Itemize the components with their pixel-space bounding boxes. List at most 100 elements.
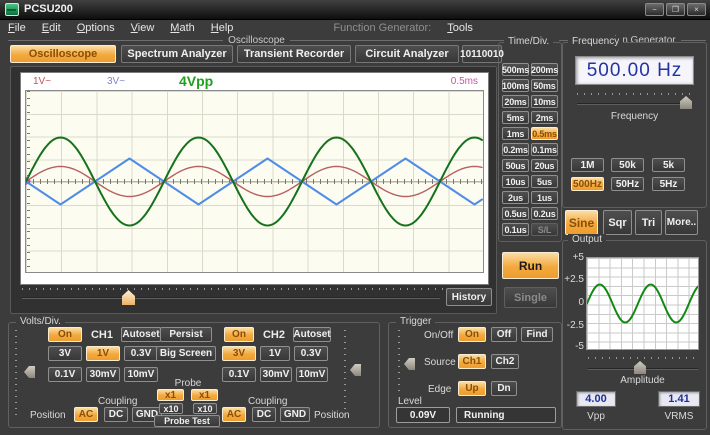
menu-tools[interactable]: Tools <box>439 22 481 34</box>
trigger-on-button[interactable]: On <box>458 327 486 342</box>
tab-logic-analyzer[interactable]: 10110010 <box>462 45 502 63</box>
ch1-3v-button[interactable]: 3V <box>48 346 82 361</box>
menu-edit[interactable]: Edit <box>34 22 69 34</box>
ch2-10mv-button[interactable]: 10mV <box>296 367 328 382</box>
range-50k-button[interactable]: 50k <box>611 158 644 172</box>
ch1-probe-x10-button[interactable]: x10 <box>159 403 183 414</box>
range-500hz-button[interactable]: 500Hz <box>571 177 604 191</box>
timediv-5us[interactable]: 5us <box>531 175 558 188</box>
timediv-50us[interactable]: 50us <box>502 159 529 172</box>
ch1-0.1v-button[interactable]: 0.1V <box>48 367 82 382</box>
ch2-30mv-button[interactable]: 30mV <box>260 367 292 382</box>
timediv-0p5us[interactable]: 0.5us <box>502 207 529 220</box>
timediv-20us[interactable]: 20us <box>531 159 558 172</box>
timediv-10ms[interactable]: 10ms <box>531 95 558 108</box>
timediv-2ms[interactable]: 2ms <box>531 111 558 124</box>
frequency-slider[interactable] <box>577 103 692 105</box>
generator-trace <box>26 138 482 226</box>
run-button[interactable]: Run <box>502 252 559 279</box>
menu-view[interactable]: View <box>123 22 163 34</box>
waveform-sine-button[interactable]: Sine <box>565 210 598 235</box>
trigger-edge-dn[interactable]: Dn <box>491 381 517 396</box>
timediv-200ms[interactable]: 200ms <box>531 63 558 76</box>
vrms-value: 1.41 <box>658 391 700 407</box>
range-1m-button[interactable]: 1M <box>571 158 604 172</box>
ytick-p25: +2.5 <box>562 274 584 285</box>
trigger-edge-up[interactable]: Up <box>458 381 486 396</box>
timediv-0p5ms[interactable]: 0.5ms <box>531 127 558 140</box>
range-5hz-button[interactable]: 5Hz <box>652 177 685 191</box>
tab-transient-recorder[interactable]: Transient Recorder <box>237 45 351 63</box>
tab-circuit-analyzer[interactable]: Circuit Analyzer <box>355 45 459 63</box>
timediv-0p1us[interactable]: 0.1us <box>502 223 529 236</box>
timediv-0p2ms[interactable]: 0.2ms <box>502 143 529 156</box>
timediv-10us[interactable]: 10us <box>502 175 529 188</box>
ch1-on-button[interactable]: On <box>48 327 82 342</box>
frequency-slider-ticks <box>577 93 692 95</box>
menu-help[interactable]: Help <box>203 22 242 34</box>
ch1-coupling-dc[interactable]: DC <box>104 407 128 422</box>
menu-file[interactable]: File <box>0 22 34 34</box>
timediv-0p2us[interactable]: 0.2us <box>531 207 558 220</box>
range-50hz-button[interactable]: 50Hz <box>611 177 644 191</box>
waveform-triangle-button[interactable]: Tri <box>635 210 662 235</box>
tab-oscilloscope[interactable]: Oscilloscope <box>10 45 116 63</box>
ch1-sensitivity-label: 1V~ <box>33 76 51 87</box>
ch2-sensitivity-label: 3V~ <box>107 76 125 87</box>
trigger-source-ch1[interactable]: Ch1 <box>458 354 486 369</box>
ch1-coupling-label: Coupling <box>98 396 137 407</box>
restore-icon[interactable]: ❐ <box>666 3 685 16</box>
timediv-label: Time/Div. <box>504 36 553 47</box>
scope-traces <box>26 91 483 272</box>
timediv-500ms[interactable]: 500ms <box>502 63 529 76</box>
ch2-1v-button[interactable]: 1V <box>260 346 290 361</box>
ch1-coupling-ac[interactable]: AC <box>74 407 98 422</box>
menu-math[interactable]: Math <box>162 22 202 34</box>
single-button[interactable]: Single <box>504 287 557 308</box>
timediv-1us[interactable]: 1us <box>531 191 558 204</box>
trigger-level-label: Level <box>398 396 422 407</box>
timediv-50ms[interactable]: 50ms <box>531 79 558 92</box>
output-preview-trace <box>587 285 698 323</box>
trigger-source-ch2[interactable]: Ch2 <box>491 354 519 369</box>
ch1-30mv-button[interactable]: 30mV <box>86 367 120 382</box>
ch1-10mv-button[interactable]: 10mV <box>124 367 158 382</box>
ch2-autoset-button[interactable]: Autoset <box>293 327 331 342</box>
trigger-off-button[interactable]: Off <box>491 327 517 342</box>
minimize-icon[interactable]: − <box>645 3 664 16</box>
trigger-find-button[interactable]: Find <box>521 327 553 342</box>
waveform-more-button[interactable]: More.. <box>665 210 698 235</box>
ch1-0.3v-button[interactable]: 0.3V <box>124 346 158 361</box>
timediv-2us[interactable]: 2us <box>502 191 529 204</box>
scope-scrollbar[interactable] <box>22 297 440 299</box>
ch2-coupling-gnd[interactable]: GND <box>280 407 310 422</box>
probe-test-button[interactable]: Probe Test <box>154 415 220 427</box>
big-screen-button[interactable]: Big Screen <box>156 346 216 361</box>
ch2-3v-button[interactable]: 3V <box>222 346 256 361</box>
menu-bar: File Edit Options View Math Help Functio… <box>0 20 710 36</box>
ch2-on-button[interactable]: On <box>224 327 254 342</box>
graticule <box>25 90 484 273</box>
timediv-20ms[interactable]: 20ms <box>502 95 529 108</box>
ch1-probe-x1-button[interactable]: x1 <box>157 389 184 401</box>
timediv-1ms[interactable]: 1ms <box>502 127 529 140</box>
waveform-square-button[interactable]: Sqr <box>603 210 632 235</box>
range-5k-button[interactable]: 5k <box>652 158 685 172</box>
ch2-0.3v-button[interactable]: 0.3V <box>294 346 328 361</box>
ch1-autoset-button[interactable]: Autoset <box>121 327 161 342</box>
tab-spectrum-analyzer[interactable]: Spectrum Analyzer <box>121 45 233 63</box>
ch2-coupling-ac[interactable]: AC <box>222 407 246 422</box>
ch2-probe-x10-button[interactable]: x10 <box>193 403 217 414</box>
close-icon[interactable]: × <box>687 3 706 16</box>
timediv-5ms[interactable]: 5ms <box>502 111 529 124</box>
menu-options[interactable]: Options <box>69 22 123 34</box>
timediv-100ms[interactable]: 100ms <box>502 79 529 92</box>
ch2-probe-x1-button[interactable]: x1 <box>191 389 218 401</box>
timediv-0p1ms[interactable]: 0.1ms <box>531 143 558 156</box>
ch2-coupling-dc[interactable]: DC <box>252 407 276 422</box>
ytick-m5: -5 <box>562 341 584 352</box>
ch2-0.1v-button[interactable]: 0.1V <box>222 367 256 382</box>
ch1-1v-button[interactable]: 1V <box>86 346 120 361</box>
persist-button[interactable]: Persist <box>160 327 212 342</box>
history-button[interactable]: History <box>446 288 492 306</box>
